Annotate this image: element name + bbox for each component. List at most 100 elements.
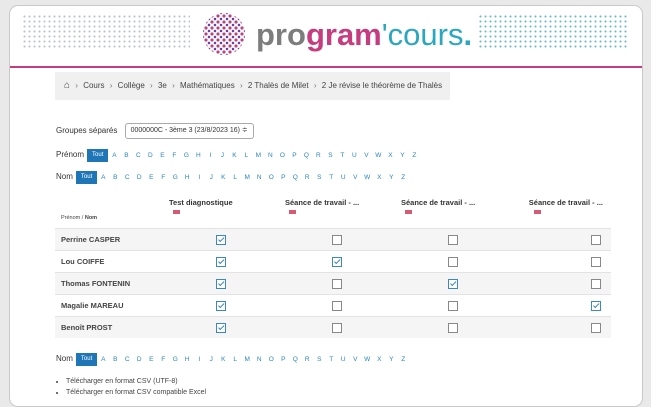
checked-checkbox[interactable] — [216, 278, 226, 289]
nom-letter-h[interactable]: H — [181, 171, 193, 185]
unchecked-checkbox[interactable] — [448, 322, 458, 333]
prenom-letter-d[interactable]: D — [144, 149, 156, 163]
prenom-letter-r[interactable]: R — [312, 149, 324, 163]
prenom-letter-k[interactable]: K — [228, 149, 240, 163]
breadcrumb-item-maths[interactable]: Mathématiques — [180, 81, 235, 90]
prenom-letter-s[interactable]: S — [324, 149, 336, 163]
nom-bottom-letter-c[interactable]: C — [121, 353, 133, 367]
unchecked-checkbox[interactable] — [591, 234, 601, 245]
nom-bottom-letter-y[interactable]: Y — [385, 353, 397, 367]
nom-bottom-letter-s[interactable]: S — [313, 353, 325, 367]
unchecked-checkbox[interactable] — [591, 278, 601, 289]
unchecked-checkbox[interactable] — [332, 234, 342, 245]
breadcrumb-item-college[interactable]: Collège — [118, 81, 145, 90]
nom-letter-b[interactable]: B — [109, 171, 121, 185]
nom-bottom-letter-n[interactable]: N — [253, 353, 265, 367]
nom-letter-w[interactable]: W — [361, 171, 373, 185]
nom-bottom-letter-q[interactable]: Q — [289, 353, 301, 367]
nom-bottom-letter-f[interactable]: F — [157, 353, 169, 367]
download-csv-utf8-link[interactable]: Télécharger en format CSV (UTF-8) — [66, 376, 206, 387]
unchecked-checkbox[interactable] — [332, 300, 342, 311]
download-csv-excel-link[interactable]: Télécharger en format CSV compatible Exc… — [66, 387, 206, 398]
prenom-letter-t[interactable]: T — [336, 149, 348, 163]
breadcrumb-item-current[interactable]: 2 Je révise le théorème de Thalès — [322, 81, 442, 90]
checked-checkbox[interactable] — [448, 278, 458, 289]
prenom-letter-n[interactable]: N — [264, 149, 276, 163]
nom-letter-z[interactable]: Z — [397, 171, 409, 185]
nom-bottom-letter-v[interactable]: V — [349, 353, 361, 367]
nom-bottom-letter-u[interactable]: U — [337, 353, 349, 367]
site-logo[interactable]: program'cours. — [256, 18, 472, 52]
nom-letter-p[interactable]: P — [277, 171, 289, 185]
prenom-letter-y[interactable]: Y — [396, 149, 408, 163]
nom-letter-r[interactable]: R — [301, 171, 313, 185]
nom-letter-k[interactable]: K — [217, 171, 229, 185]
nom-all-button[interactable]: Tout — [75, 170, 98, 184]
prenom-letter-a[interactable]: A — [108, 149, 120, 163]
prenom-letter-w[interactable]: W — [372, 149, 384, 163]
nom-bottom-letter-j[interactable]: J — [205, 353, 217, 367]
prenom-letter-e[interactable]: E — [156, 149, 168, 163]
name-column-header[interactable]: Prénom / Nom — [55, 194, 163, 229]
nom-bottom-letter-d[interactable]: D — [133, 353, 145, 367]
prenom-letter-m[interactable]: M — [252, 149, 264, 163]
nom-letter-g[interactable]: G — [169, 171, 181, 185]
unchecked-checkbox[interactable] — [591, 256, 601, 267]
nom-letter-s[interactable]: S — [313, 171, 325, 185]
nom-letter-t[interactable]: T — [325, 171, 337, 185]
checked-checkbox[interactable] — [216, 300, 226, 311]
nom-bottom-letter-m[interactable]: M — [241, 353, 253, 367]
unchecked-checkbox[interactable] — [591, 322, 601, 333]
checked-checkbox[interactable] — [591, 300, 601, 311]
nom-letter-i[interactable]: I — [193, 171, 205, 185]
nom-letter-u[interactable]: U — [337, 171, 349, 185]
nom-letter-e[interactable]: E — [145, 171, 157, 185]
nom-letter-m[interactable]: M — [241, 171, 253, 185]
prenom-letter-h[interactable]: H — [192, 149, 204, 163]
nom-bottom-letter-b[interactable]: B — [109, 353, 121, 367]
nom-letter-n[interactable]: N — [253, 171, 265, 185]
breadcrumb-item-thales[interactable]: 2 Thalès de Milet — [248, 81, 309, 90]
unchecked-checkbox[interactable] — [448, 234, 458, 245]
prenom-letter-j[interactable]: J — [216, 149, 228, 163]
checked-checkbox[interactable] — [332, 256, 342, 267]
nom-letter-l[interactable]: L — [229, 171, 241, 185]
prenom-letter-q[interactable]: Q — [300, 149, 312, 163]
nom-bottom-letter-p[interactable]: P — [277, 353, 289, 367]
nom-bottom-letter-i[interactable]: I — [193, 353, 205, 367]
nom-bottom-letter-z[interactable]: Z — [397, 353, 409, 367]
prenom-letter-b[interactable]: B — [120, 149, 132, 163]
prenom-letter-x[interactable]: X — [384, 149, 396, 163]
prenom-letter-z[interactable]: Z — [408, 149, 420, 163]
prenom-letter-l[interactable]: L — [240, 149, 252, 163]
nom-bottom-letter-l[interactable]: L — [229, 353, 241, 367]
nom-bottom-letter-g[interactable]: G — [169, 353, 181, 367]
prenom-letter-u[interactable]: U — [348, 149, 360, 163]
nom-letter-v[interactable]: V — [349, 171, 361, 185]
home-icon[interactable]: ⌂ — [64, 80, 70, 91]
prenom-letter-c[interactable]: C — [132, 149, 144, 163]
breadcrumb-item-cours[interactable]: Cours — [83, 81, 104, 90]
nom-letter-a[interactable]: A — [97, 171, 109, 185]
nom-bottom-letter-e[interactable]: E — [145, 353, 157, 367]
nom-letter-c[interactable]: C — [121, 171, 133, 185]
nom-bottom-letter-a[interactable]: A — [97, 353, 109, 367]
nom-bottom-letter-h[interactable]: H — [181, 353, 193, 367]
nom-letter-d[interactable]: D — [133, 171, 145, 185]
prenom-letter-g[interactable]: G — [180, 149, 192, 163]
nom-all-bottom-button[interactable]: Tout — [75, 352, 98, 366]
prenom-all-button[interactable]: Tout — [87, 148, 109, 162]
nom-bottom-letter-r[interactable]: R — [301, 353, 313, 367]
checked-checkbox[interactable] — [216, 234, 226, 245]
nom-letter-f[interactable]: F — [157, 171, 169, 185]
prenom-letter-f[interactable]: F — [168, 149, 180, 163]
unchecked-checkbox[interactable] — [332, 322, 342, 333]
nom-bottom-letter-t[interactable]: T — [325, 353, 337, 367]
prenom-letter-i[interactable]: I — [204, 149, 216, 163]
breadcrumb-item-3e[interactable]: 3e — [158, 81, 167, 90]
unchecked-checkbox[interactable] — [448, 256, 458, 267]
nom-letter-j[interactable]: J — [205, 171, 217, 185]
nom-bottom-letter-w[interactable]: W — [361, 353, 373, 367]
nom-letter-x[interactable]: X — [373, 171, 385, 185]
nom-letter-y[interactable]: Y — [385, 171, 397, 185]
